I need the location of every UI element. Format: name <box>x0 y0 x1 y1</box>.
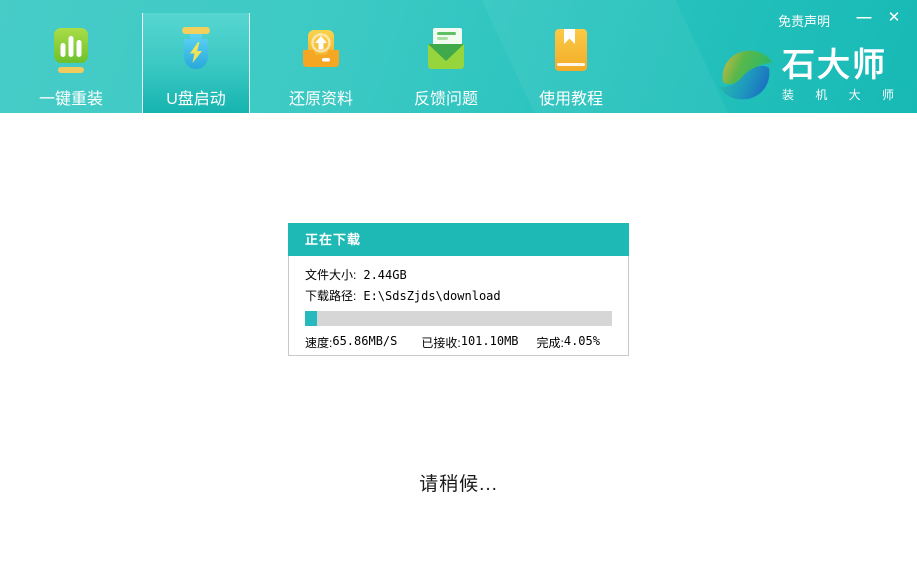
minimize-button[interactable]: — <box>851 6 877 30</box>
restore-data-icon <box>295 25 347 77</box>
download-stats: 速度: 65.86MB/S 已接收: 101.10MB 完成: 4.05% <box>305 334 612 351</box>
download-path-row: 下载路径: E:\SdsZjds\download <box>305 286 612 307</box>
tab-label: 还原资料 <box>289 85 353 109</box>
tutorial-book-icon <box>545 25 597 77</box>
file-size-label: 文件大小: <box>305 265 356 286</box>
download-path-value: E:\SdsZjds\download <box>363 286 500 307</box>
tab-onekey-reinstall[interactable]: 一键重装 <box>17 13 125 113</box>
completed-label: 完成: <box>537 334 564 351</box>
tab-label: 使用教程 <box>539 85 603 109</box>
download-path-label: 下载路径: <box>305 286 356 307</box>
tab-bar: 一键重装 U盘启动 <box>17 0 642 113</box>
feedback-mail-icon <box>420 25 472 77</box>
received-stat: 已接收: 101.10MB <box>421 334 518 351</box>
brand-subtitle: 装 机 大 师 <box>782 86 903 103</box>
completed-stat: 完成: 4.05% <box>537 334 600 351</box>
dialog-body: 文件大小: 2.44GB 下载路径: E:\SdsZjds\download 速… <box>288 256 629 356</box>
please-wait-text: 请稍候... <box>0 469 917 496</box>
brand-text: 石大师 装 机 大 师 <box>782 47 903 103</box>
progress-bar <box>305 311 612 326</box>
tab-label: 反馈问题 <box>414 85 478 109</box>
speed-stat: 速度: 65.86MB/S <box>305 334 397 351</box>
usb-drive-icon <box>170 25 222 77</box>
completed-value: 4.05% <box>564 334 600 351</box>
speed-value: 65.86MB/S <box>332 334 397 351</box>
tab-tutorial[interactable]: 使用教程 <box>517 13 625 113</box>
file-size-value: 2.44GB <box>363 265 406 286</box>
bar-chart-icon <box>45 25 97 77</box>
brand-name: 石大师 <box>782 47 903 83</box>
brand-logo: 石大师 装 机 大 师 <box>716 44 903 106</box>
speed-label: 速度: <box>305 334 332 351</box>
received-value: 101.10MB <box>461 334 519 351</box>
swirl-leaf-logo-icon <box>716 44 776 106</box>
disclaimer-link[interactable]: 免责声明 <box>778 11 830 30</box>
file-size-row: 文件大小: 2.44GB <box>305 265 612 286</box>
received-label: 已接收: <box>421 334 460 351</box>
app-window: 一键重装 U盘启动 <box>0 0 917 578</box>
tab-usb-boot[interactable]: U盘启动 <box>142 13 250 113</box>
close-button[interactable]: ✕ <box>881 6 907 30</box>
tab-label: U盘启动 <box>166 85 226 109</box>
header: 一键重装 U盘启动 <box>0 0 917 113</box>
tab-restore-data[interactable]: 还原资料 <box>267 13 375 113</box>
download-dialog: 正在下载 文件大小: 2.44GB 下载路径: E:\SdsZjds\downl… <box>288 223 629 356</box>
progress-fill <box>305 311 317 326</box>
tab-feedback[interactable]: 反馈问题 <box>392 13 500 113</box>
tab-label: 一键重装 <box>39 85 103 109</box>
dialog-title: 正在下载 <box>288 223 629 256</box>
